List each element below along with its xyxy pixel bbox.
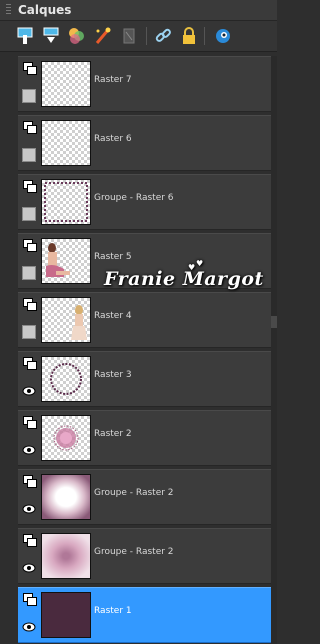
heart-icon: ♥ (196, 258, 204, 268)
layer-thumbnail (41, 238, 91, 284)
visibility-checkbox[interactable] (22, 148, 36, 162)
new-layer-icon[interactable] (14, 25, 36, 47)
layer-name[interactable]: Raster 3 (94, 370, 132, 380)
layers-list[interactable]: Raster 7 Raster 6 Groupe - Raster 6 Rast… (18, 56, 276, 644)
layer-thumbnail (41, 179, 91, 225)
layer-name[interactable]: Groupe - Raster 6 (94, 193, 174, 203)
layer-row[interactable]: Raster 4 (18, 292, 276, 348)
watermark-text: Franie Margot (104, 268, 264, 290)
scrollbar[interactable] (271, 56, 277, 644)
visibility-checkbox[interactable] (22, 266, 36, 280)
layer-row[interactable]: Groupe - Raster 6 (18, 174, 276, 230)
eye-icon[interactable] (22, 443, 36, 457)
frame-thumbnail (44, 182, 88, 222)
layer-name[interactable]: Raster 1 (94, 606, 132, 616)
raster-layer-icon (23, 121, 37, 134)
delete-layer-icon[interactable] (118, 25, 140, 47)
raster-layer-icon (23, 416, 37, 429)
layer-row[interactable]: Raster 6 (18, 115, 276, 171)
raster-layer-icon (23, 475, 37, 488)
layer-effects-icon[interactable] (92, 25, 114, 47)
eye-icon[interactable] (22, 561, 36, 575)
layer-row[interactable]: Raster 2 (18, 410, 276, 466)
lace-flower-thumbnail (53, 425, 79, 451)
woman-standing-thumbnail (71, 305, 87, 340)
layer-thumbnail (41, 474, 91, 520)
layers-toolbar (0, 21, 277, 52)
layer-name[interactable]: Raster 5 (94, 252, 132, 262)
eye-icon[interactable] (22, 620, 36, 634)
raster-layer-icon (23, 62, 37, 75)
layer-row[interactable]: Raster 7 (18, 56, 276, 112)
layer-name[interactable]: Groupe - Raster 2 (94, 547, 174, 557)
raster-layer-icon (23, 593, 37, 606)
visibility-checkbox[interactable] (22, 207, 36, 221)
layer-thumbnail (41, 533, 91, 579)
layer-name[interactable]: Raster 7 (94, 75, 132, 85)
layer-row-selected[interactable]: Raster 1 (18, 587, 276, 643)
scrollbar-thumb[interactable] (271, 316, 277, 328)
raster-layer-icon (23, 239, 37, 252)
watermark-signature: Franie Margot ♥ ♥ (104, 258, 264, 290)
layer-thumbnail (41, 61, 91, 107)
lock-icon[interactable] (178, 25, 200, 47)
visibility-checkbox[interactable] (22, 89, 36, 103)
raster-layer-icon (23, 534, 37, 547)
grip-icon[interactable] (6, 4, 11, 16)
new-mask-layer-icon[interactable] (40, 25, 62, 47)
heart-icon: ♥ (188, 262, 196, 272)
toolbar-separator (204, 27, 205, 45)
panel-titlebar: Calques (0, 0, 277, 21)
layer-name[interactable]: Raster 4 (94, 311, 132, 321)
circle-ring-thumbnail (50, 363, 82, 395)
visibility-toggle-icon[interactable] (212, 25, 234, 47)
link-icon[interactable] (152, 25, 174, 47)
layer-thumbnail (41, 120, 91, 166)
layer-thumbnail (41, 356, 91, 402)
layer-thumbnail (41, 415, 91, 461)
panel-title: Calques (18, 3, 72, 17)
raster-layer-icon (23, 357, 37, 370)
layer-row[interactable]: Groupe - Raster 2 (18, 469, 276, 525)
layer-row[interactable]: Groupe - Raster 2 (18, 528, 276, 584)
raster-layer-icon (23, 180, 37, 193)
raster-layer-icon (23, 298, 37, 311)
layer-name[interactable]: Groupe - Raster 2 (94, 488, 174, 498)
layer-name[interactable]: Raster 6 (94, 134, 132, 144)
adjustment-layer-icon[interactable] (66, 25, 88, 47)
woman-sitting-thumbnail (46, 243, 70, 277)
layer-name[interactable]: Raster 2 (94, 429, 132, 439)
layer-thumbnail (41, 297, 91, 343)
layer-thumbnail (41, 592, 91, 638)
layer-row[interactable]: Raster 3 (18, 351, 276, 407)
eye-icon[interactable] (22, 502, 36, 516)
visibility-checkbox[interactable] (22, 325, 36, 339)
toolbar-separator (146, 27, 147, 45)
eye-icon[interactable] (22, 384, 36, 398)
